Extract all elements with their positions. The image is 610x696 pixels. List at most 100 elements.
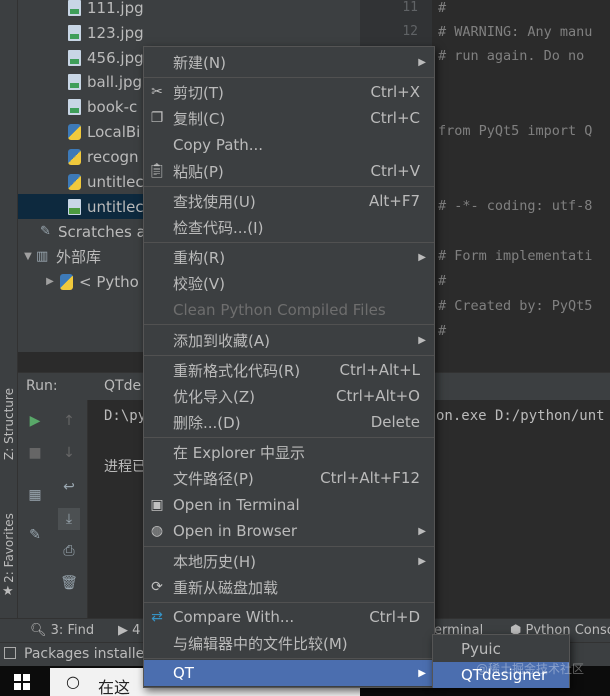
arrow-up-icon[interactable]: ↑	[58, 410, 80, 432]
menu-item-label: 检查代码...(I)	[173, 218, 264, 237]
menu-item-compare-editor[interactable]: 与编辑器中的文件比较(M)	[144, 630, 434, 656]
menu-item-find-usages[interactable]: 查找使用(U) Alt+F7	[144, 188, 434, 214]
menu-item-shortcut: Ctrl+D	[369, 608, 420, 626]
trash-icon[interactable]: 🗑	[58, 572, 80, 594]
menu-item-label: 剪切(T)	[173, 83, 224, 102]
run-tab[interactable]: QTde	[104, 378, 141, 394]
menu-item-verify[interactable]: 校验(V)	[144, 270, 434, 296]
submenu-arrow-icon: ▶	[418, 667, 426, 679]
structure-tab[interactable]: Z: Structure	[0, 384, 18, 464]
menu-item-delete[interactable]: 删除...(D) Delete	[144, 409, 434, 435]
run-tab-label: 4	[132, 623, 141, 638]
menu-item-inspect-code[interactable]: 检查代码...(I)	[144, 214, 434, 240]
favorites-tab-label: 2: Favorites	[2, 513, 17, 583]
tree-item[interactable]: 111.jpg	[18, 0, 360, 20]
submenu-item-pyuic[interactable]: Pyuic	[433, 636, 569, 662]
arrow-down-icon[interactable]: ↓	[58, 442, 80, 464]
tree-item-label: recogn	[87, 147, 139, 166]
jpg-file-icon	[68, 24, 81, 41]
menu-item-label: 删除...(D)	[173, 413, 241, 432]
pin-icon[interactable]: ✎	[24, 524, 46, 546]
chevron-down-icon[interactable]: ▼	[20, 251, 36, 262]
menu-item-label: 优化导入(Z)	[173, 387, 255, 406]
menu-item-label: Compare With...	[173, 608, 295, 626]
python-file-icon	[68, 123, 81, 140]
run-icon: ▶	[118, 623, 128, 638]
submenu-arrow-icon: ▶	[418, 56, 426, 68]
python-file-icon	[68, 148, 81, 165]
menu-item-label: Clean Python Compiled Files	[173, 301, 386, 319]
search-icon: 🔍︎	[30, 623, 47, 638]
scroll-to-end-icon[interactable]: ⤓	[58, 508, 80, 530]
terminal-icon: ▣	[150, 497, 164, 513]
menu-item-compare-with[interactable]: ⇄ Compare With... Ctrl+D	[144, 604, 434, 630]
code-line: #	[438, 0, 447, 16]
watermark: @稀土掘金技术社区	[476, 662, 585, 676]
menu-item-label: Open in Terminal	[173, 496, 300, 514]
menu-item-shortcut: Ctrl+Alt+O	[336, 387, 420, 405]
menu-item-qt[interactable]: QT ▶	[144, 660, 434, 686]
stop-icon[interactable]: ■	[24, 442, 46, 464]
menu-item-reformat[interactable]: 重新格式化代码(R) Ctrl+Alt+L	[144, 357, 434, 383]
favorites-tab[interactable]: 2: Favorites	[0, 506, 18, 590]
menu-item-open-browser[interactable]: ◍ Open in Browser ▶	[144, 518, 434, 544]
status-icon	[4, 647, 16, 659]
menu-item-copy[interactable]: ❐ 复制(C) Ctrl+C	[144, 105, 434, 131]
tree-item-label: untitlec	[87, 197, 144, 216]
globe-icon: ◍	[150, 523, 164, 539]
code-editor[interactable]: # # WARNING: Any manu # run again. Do no…	[432, 0, 610, 352]
run-tab-bottom[interactable]: ▶ 4	[118, 623, 140, 638]
menu-item-shortcut: Ctrl+Alt+F12	[320, 469, 420, 487]
submenu-arrow-icon: ▶	[418, 251, 426, 263]
taskbar-search-text: 在这	[98, 678, 131, 696]
find-tab[interactable]: 🔍︎ 3: Find	[30, 623, 94, 638]
python-icon	[60, 273, 73, 290]
menu-item-show-in-explorer[interactable]: 在 Explorer 中显示	[144, 439, 434, 465]
menu-item-copy-path[interactable]: Copy Path...	[144, 132, 434, 158]
scratches-icon: ✎	[40, 224, 51, 239]
jpg-file-icon	[68, 73, 81, 90]
menu-separator	[144, 546, 434, 547]
reload-icon: ⟳	[151, 579, 163, 595]
tree-item-label: 123.jpg	[87, 23, 144, 42]
soft-wrap-icon[interactable]: ↩	[58, 476, 80, 498]
menu-item-clean-python[interactable]: Clean Python Compiled Files	[144, 297, 434, 323]
run-title: Run:	[26, 378, 58, 394]
menu-item-refactor[interactable]: 重构(R) ▶	[144, 244, 434, 270]
submenu-item-label: Pyuic	[461, 640, 501, 658]
code-line: # -*- coding: utf-8	[438, 198, 593, 214]
submenu-arrow-icon: ▶	[418, 334, 426, 346]
tree-item[interactable]: 123.jpg	[18, 20, 360, 45]
line-number: 11	[402, 0, 418, 15]
layout-icon[interactable]: ▦	[24, 484, 46, 506]
menu-item-shortcut: Delete	[370, 413, 420, 431]
menu-item-file-path[interactable]: 文件路径(P) Ctrl+Alt+F12	[144, 465, 434, 491]
menu-item-add-favorites[interactable]: 添加到收藏(A) ▶	[144, 327, 434, 353]
menu-separator	[144, 355, 434, 356]
menu-item-label: 校验(V)	[173, 274, 225, 293]
menu-item-local-history[interactable]: 本地历史(H) ▶	[144, 548, 434, 574]
menu-separator	[144, 658, 434, 659]
menu-item-new[interactable]: 新建(N) ▶	[144, 49, 434, 75]
menu-separator	[144, 602, 434, 603]
menu-item-open-terminal[interactable]: ▣ Open in Terminal	[144, 492, 434, 518]
menu-item-cut[interactable]: ✂ 剪切(T) Ctrl+X	[144, 79, 434, 105]
menu-item-shortcut: Ctrl+Alt+L	[339, 361, 421, 379]
windows-start-icon[interactable]	[14, 674, 30, 690]
chevron-right-icon[interactable]: ▶	[42, 276, 58, 287]
code-line: from PyQt5 import Q	[438, 123, 593, 139]
menu-item-label: 重构(R)	[173, 248, 226, 267]
menu-separator	[144, 324, 434, 325]
menu-item-label: 重新格式化代码(R)	[173, 361, 301, 380]
menu-item-shortcut: Ctrl+X	[370, 83, 420, 101]
menu-item-optimize-imports[interactable]: 优化导入(Z) Ctrl+Alt+O	[144, 383, 434, 409]
jpg-file-icon	[68, 49, 81, 66]
copy-icon: ❐	[150, 110, 164, 126]
menu-item-paste[interactable]: 📋︎ 粘贴(P) Ctrl+V	[144, 158, 434, 184]
run-icon[interactable]: ▶	[24, 410, 46, 432]
menu-item-shortcut: Ctrl+C	[370, 109, 420, 127]
print-icon[interactable]: ⎙	[58, 540, 80, 562]
menu-item-reload-from-disk[interactable]: ⟳ 重新从磁盘加载	[144, 574, 434, 600]
jpg-file-icon	[68, 0, 81, 16]
console-line: on.exe D:/python/unt	[436, 408, 605, 424]
